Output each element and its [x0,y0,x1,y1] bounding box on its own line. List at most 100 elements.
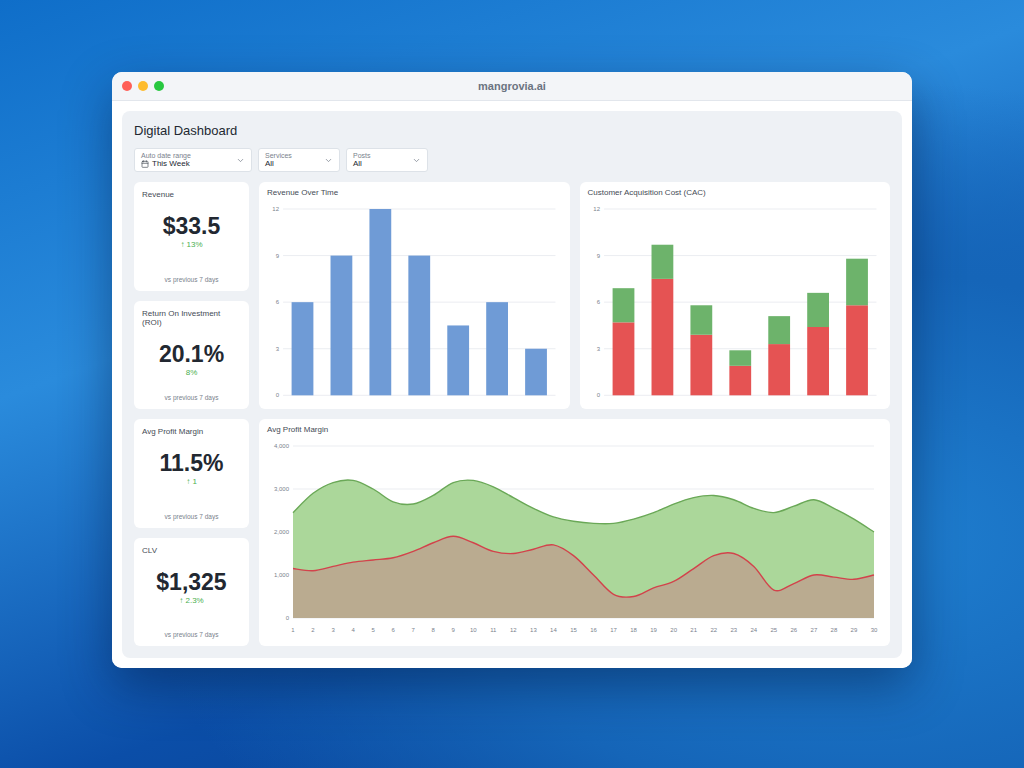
kpi-change: ↑ 1 [186,477,197,486]
x-axis-label: 23 [730,627,737,633]
kpi-note: vs previous 7 days [165,394,219,401]
bar[interactable] [807,293,829,327]
revenue-bar-chart: 036912 [267,201,562,401]
kpi-note: vs previous 7 days [165,631,219,638]
bar[interactable] [331,256,353,396]
bar[interactable] [525,349,547,396]
filter-dropdown[interactable]: Auto date rangeThis Week [134,148,252,172]
x-axis-label: 29 [851,627,858,633]
axis-tick: 1,000 [274,572,290,578]
bar-group [331,256,353,396]
axis-tick: 3,000 [274,486,290,492]
x-axis-label: 14 [550,627,557,633]
bar-group [486,302,508,395]
minimize-button[interactable] [138,81,148,91]
kpi-value: $33.5 [163,213,221,240]
kpi-value: 11.5% [160,450,224,477]
bar[interactable] [408,256,430,396]
kpi-card: Avg Profit Margin11.5%↑ 1vs previous 7 d… [134,419,249,528]
bar[interactable] [651,245,673,279]
window-controls [122,81,182,91]
filter-label: Services [265,152,318,159]
grid-line: 12 [593,206,876,212]
x-axis-label: 9 [452,627,456,633]
axis-tick: 9 [596,253,600,259]
filter-dropdown[interactable]: ServicesAll [258,148,340,172]
area-series[interactable] [293,480,874,618]
filter-value: All [265,159,318,168]
grid-line: 4,000 [274,443,874,449]
kpi-label: Revenue [142,190,174,199]
x-axis-label: 6 [392,627,396,633]
x-axis-label: 2 [311,627,315,633]
bar[interactable] [807,327,829,395]
kpi-label: Avg Profit Margin [142,427,203,436]
bar[interactable] [612,322,634,395]
kpi-label: CLV [142,546,157,555]
kpi-change: 8% [186,368,198,377]
axis-tick: 0 [596,392,600,398]
filter-text: Auto date rangeThis Week [141,152,230,168]
bar[interactable] [612,288,634,322]
x-axis-label: 4 [351,627,355,633]
bar[interactable] [651,279,673,395]
bar[interactable] [768,344,790,395]
x-axis-label: 28 [831,627,838,633]
axis-tick: 9 [276,253,280,259]
desktop: mangrovia.aiDigital DashboardAuto date r… [0,0,1024,768]
bar-group [768,316,790,395]
bar-group [612,288,634,395]
x-axis-label: 19 [650,627,657,633]
cac-chart-card: Customer Acquisition Cost (CAC)036912 [580,182,891,409]
dashboard-grid: Revenue$33.5↑ 13%vs previous 7 daysRetur… [134,182,890,646]
axis-tick: 6 [596,299,600,305]
x-axis-label: 17 [610,627,617,633]
bar[interactable] [486,302,508,395]
browser-window: mangrovia.aiDigital DashboardAuto date r… [112,72,912,668]
bar[interactable] [768,316,790,344]
bar[interactable] [690,305,712,334]
x-axis-label: 3 [331,627,335,633]
bar-group [807,293,829,395]
grid-line: 9 [596,253,876,259]
close-button[interactable] [122,81,132,91]
kpi-value: 20.1% [159,341,224,368]
axis-tick: 3 [276,346,280,352]
bar[interactable] [846,305,868,395]
maximize-button[interactable] [154,81,164,91]
x-axis-label: 13 [530,627,537,633]
x-axis-label: 5 [371,627,375,633]
bar-group [690,305,712,395]
axis-tick: 6 [276,299,280,305]
chart-title: Revenue Over Time [267,188,562,197]
axis-tick: 12 [593,206,600,212]
x-axis-label: 7 [412,627,416,633]
bar[interactable] [292,302,314,395]
filter-dropdown[interactable]: PostsAll [346,148,428,172]
bar[interactable] [729,350,751,366]
kpi-card: CLV$1,325↑ 2.3%vs previous 7 days [134,538,249,647]
chevron-down-icon [236,156,245,165]
bar-group [729,350,751,395]
kpi-card: Revenue$33.5↑ 13%vs previous 7 days [134,182,249,291]
area-series[interactable] [293,537,874,619]
bar-group [369,209,391,395]
bar[interactable] [690,335,712,396]
kpi-change: ↑ 2.3% [179,596,203,605]
bar[interactable] [729,366,751,395]
chart-title: Avg Profit Margin [267,425,882,434]
axis-tick: 0 [286,615,290,621]
x-axis-label: 12 [510,627,517,633]
content: Digital DashboardAuto date rangeThis Wee… [112,101,912,668]
x-axis-label: 8 [432,627,436,633]
x-axis-label: 24 [750,627,757,633]
x-axis-label: 10 [470,627,477,633]
x-axis-label: 21 [690,627,697,633]
x-axis-label: 25 [770,627,777,633]
bar[interactable] [447,325,469,395]
title-bar: mangrovia.ai [112,72,912,101]
calendar-icon [141,160,149,168]
bar[interactable] [369,209,391,395]
chart-title: Customer Acquisition Cost (CAC) [588,188,883,197]
bar[interactable] [846,259,868,306]
